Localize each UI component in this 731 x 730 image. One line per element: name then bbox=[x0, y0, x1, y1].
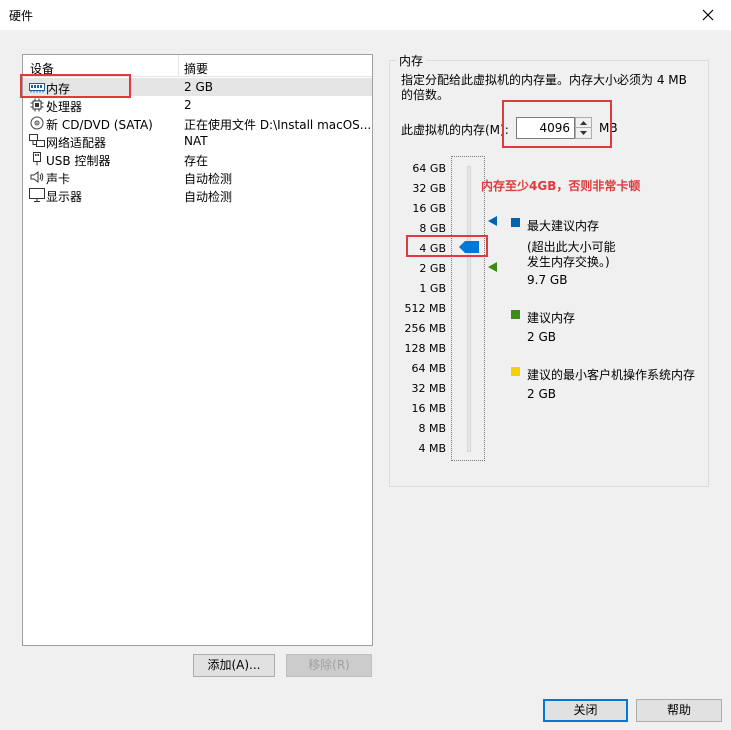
tick-label: 8 GB bbox=[419, 222, 446, 235]
memory-annotation-note: 内存至少4GB，否则非常卡顿 bbox=[481, 179, 641, 193]
recommended-legend-icon bbox=[511, 310, 520, 319]
tick-label: 32 MB bbox=[411, 382, 446, 395]
processor-icon bbox=[29, 98, 45, 112]
max-recommended-label: 最大建议内存 bbox=[527, 219, 600, 233]
network-adapter-icon bbox=[29, 134, 45, 148]
device-name: 显示器 bbox=[46, 190, 83, 204]
tick-label: 512 MB bbox=[404, 302, 446, 315]
max-recommended-note-line2: 发生内存交换。) bbox=[527, 255, 610, 269]
memory-field-label: 此虚拟机的内存(M): bbox=[401, 123, 509, 137]
column-separator[interactable] bbox=[178, 55, 179, 77]
tick-label: 1 GB bbox=[419, 282, 446, 295]
tick-label: 2 GB bbox=[419, 262, 446, 275]
min-guest-label: 建议的最小客户机操作系统内存 bbox=[527, 368, 696, 382]
close-button[interactable]: 关闭 bbox=[543, 699, 628, 722]
device-row-display[interactable]: 显示器 自动检测 bbox=[23, 186, 372, 204]
device-summary: NAT bbox=[184, 134, 208, 148]
column-header-summary[interactable]: 摘要 bbox=[184, 60, 208, 77]
device-summary: 2 GB bbox=[184, 80, 213, 94]
device-summary: 自动检测 bbox=[184, 172, 233, 186]
tick-label: 8 MB bbox=[418, 422, 446, 435]
close-icon bbox=[702, 9, 714, 21]
recommended-value: 2 GB bbox=[527, 330, 556, 344]
add-device-button[interactable]: 添加(A)... bbox=[193, 654, 275, 677]
tick-label: 4 MB bbox=[418, 442, 446, 455]
device-name: 新 CD/DVD (SATA) bbox=[46, 118, 153, 132]
device-name: 处理器 bbox=[46, 100, 83, 114]
remove-device-button[interactable]: 移除(R) bbox=[286, 654, 372, 677]
highlight-box-memory-row bbox=[20, 74, 131, 98]
device-name: 网络适配器 bbox=[46, 136, 107, 150]
max-recommended-legend-icon bbox=[511, 218, 520, 227]
tick-label: 16 GB bbox=[412, 202, 446, 215]
highlight-box-slider-value bbox=[406, 235, 488, 257]
usb-icon bbox=[29, 152, 45, 166]
device-row-cd-dvd[interactable]: 新 CD/DVD (SATA) 正在使用文件 D:\Install macOS.… bbox=[23, 114, 372, 132]
tick-label: 32 GB bbox=[412, 182, 446, 195]
memory-description: 指定分配给此虚拟机的内存量。内存大小必须为 4 MB 的倍数。 bbox=[401, 73, 687, 102]
help-button[interactable]: 帮助 bbox=[636, 699, 722, 722]
device-summary: 正在使用文件 D:\Install macOS... bbox=[184, 118, 370, 132]
min-guest-legend-icon bbox=[511, 367, 520, 376]
device-summary: 2 bbox=[184, 98, 192, 112]
max-recommended-value: 9.7 GB bbox=[527, 273, 568, 287]
recommended-label: 建议内存 bbox=[527, 311, 576, 325]
device-summary: 存在 bbox=[184, 154, 209, 168]
tick-label: 64 GB bbox=[412, 162, 446, 175]
cd-dvd-icon bbox=[29, 116, 45, 130]
display-icon bbox=[29, 188, 45, 202]
sound-card-icon bbox=[29, 170, 45, 184]
tick-label: 128 MB bbox=[404, 342, 446, 355]
device-name: 声卡 bbox=[46, 172, 71, 186]
close-window-button[interactable] bbox=[685, 0, 731, 30]
window-title: 硬件 bbox=[9, 9, 34, 23]
min-guest-value: 2 GB bbox=[527, 387, 556, 401]
memory-slider-track[interactable] bbox=[467, 166, 471, 452]
device-row-processor[interactable]: 处理器 2 bbox=[23, 96, 372, 114]
tick-label: 16 MB bbox=[411, 402, 446, 415]
tick-label: 256 MB bbox=[404, 322, 446, 335]
device-row-usb-controller[interactable]: USB 控制器 存在 bbox=[23, 150, 372, 168]
recommended-marker-icon bbox=[488, 262, 497, 272]
device-summary: 自动检测 bbox=[184, 190, 233, 204]
memory-group-title: 内存 bbox=[396, 52, 427, 69]
highlight-box-memory-input bbox=[502, 100, 612, 148]
title-bar: 硬件 bbox=[0, 0, 731, 30]
tick-label: 64 MB bbox=[411, 362, 446, 375]
device-name: USB 控制器 bbox=[46, 154, 111, 168]
device-row-network-adapter[interactable]: 网络适配器 NAT bbox=[23, 132, 372, 150]
max-recommended-marker-icon bbox=[488, 216, 497, 226]
device-row-sound-card[interactable]: 声卡 自动检测 bbox=[23, 168, 372, 186]
device-list: 设备 摘要 内存 2 GB 处理器 2 新 CD/DVD (SATA) 正在使用… bbox=[22, 54, 373, 646]
